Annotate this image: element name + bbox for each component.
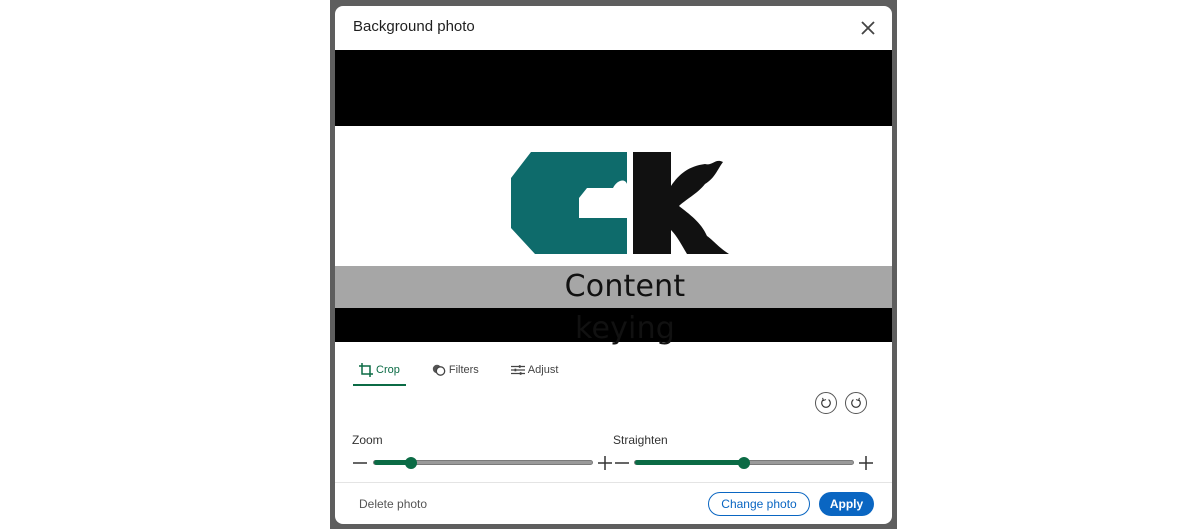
photo-preview[interactable]: Content keying [335, 50, 892, 346]
background-photo-dialog: Background photo Content keying Crop Fil… [335, 6, 892, 524]
rotate-right-icon [851, 397, 861, 408]
filters-icon [432, 364, 446, 376]
straighten-slider-fill [635, 460, 744, 465]
straighten-minus-icon[interactable] [615, 456, 629, 470]
rotate-left-button[interactable] [815, 392, 837, 414]
dialog-title: Background photo [353, 18, 475, 35]
zoom-in-icon[interactable] [598, 456, 612, 470]
delete-photo-button[interactable]: Delete photo [359, 497, 427, 511]
apply-button[interactable]: Apply [819, 492, 874, 516]
straighten-slider-thumb[interactable] [738, 457, 750, 469]
zoom-label: Zoom [352, 433, 383, 447]
zoom-out-icon[interactable] [353, 456, 367, 470]
logo-text: Content keying [564, 269, 686, 346]
dialog-header: Background photo [335, 6, 892, 50]
straighten-slider[interactable] [634, 457, 854, 469]
tab-adjust-label: Adjust [527, 364, 559, 376]
footer-divider [335, 482, 892, 483]
straighten-label: Straighten [613, 433, 668, 447]
zoom-slider-thumb[interactable] [405, 457, 418, 469]
close-icon [861, 21, 875, 35]
tab-filters[interactable]: Filters [426, 356, 485, 384]
tab-adjust[interactable]: Adjust [505, 356, 565, 384]
change-photo-button[interactable]: Change photo [708, 492, 810, 516]
straighten-slider-row [615, 454, 873, 472]
rotate-right-button[interactable] [845, 392, 867, 414]
tab-crop[interactable]: Crop [353, 356, 406, 386]
rotate-left-icon [821, 397, 831, 408]
tab-crop-label: Crop [376, 364, 400, 376]
close-button[interactable] [858, 18, 878, 38]
crop-icon [359, 363, 373, 377]
adjust-icon [510, 365, 525, 375]
zoom-slider[interactable] [373, 457, 593, 469]
ck-logo-icon [511, 152, 729, 254]
zoom-slider-row [353, 454, 615, 472]
straighten-plus-icon[interactable] [859, 456, 873, 470]
tab-filters-label: Filters [448, 364, 479, 376]
editor-tabs: Crop Filters Adjust [353, 356, 564, 386]
